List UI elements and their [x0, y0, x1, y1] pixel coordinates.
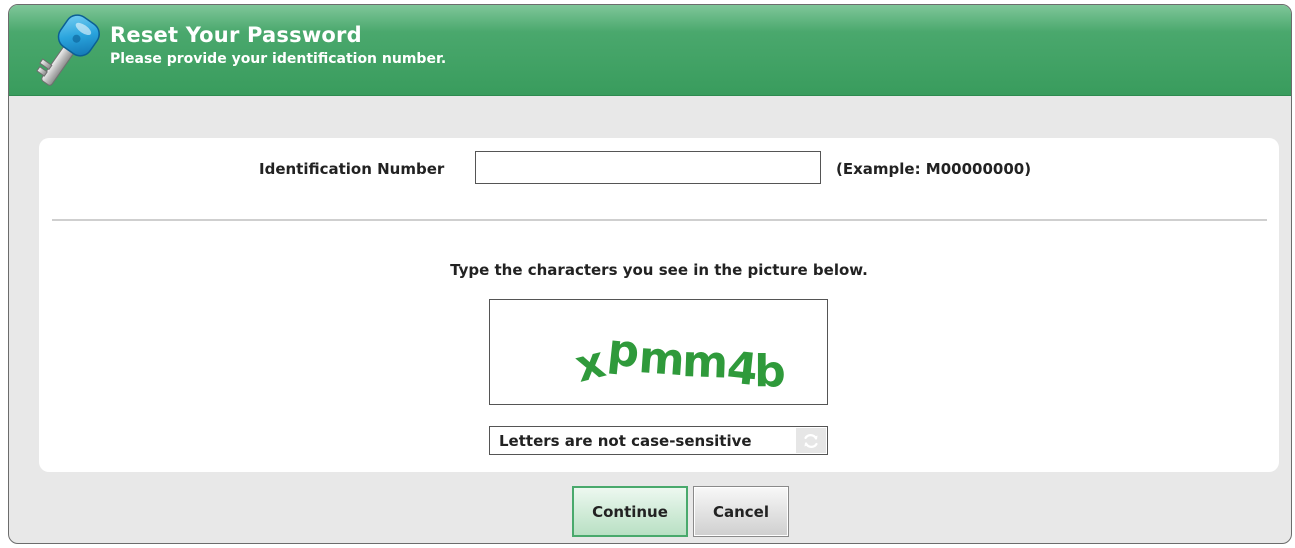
captcha-input-placeholder: Letters are not case-sensitive: [499, 432, 752, 450]
captcha-prompt: Type the characters you see in the pictu…: [450, 261, 868, 279]
reset-password-window: Reset Your Password Please provide your …: [8, 4, 1292, 544]
captcha-char: m: [681, 336, 729, 389]
cancel-button[interactable]: Cancel: [693, 486, 789, 537]
captcha-char: x: [570, 336, 610, 392]
form-panel: Identification Number (Example: M0000000…: [39, 138, 1279, 472]
divider: [52, 219, 1267, 221]
identification-number-input[interactable]: [475, 151, 821, 184]
refresh-icon: [804, 433, 818, 448]
header-bar: Reset Your Password Please provide your …: [9, 5, 1291, 96]
page-title: Reset Your Password: [110, 23, 362, 47]
identification-number-label: Identification Number: [259, 160, 445, 178]
identification-number-example: (Example: M00000000): [836, 160, 1032, 178]
captcha-image-graphic: xpmm4b: [570, 324, 785, 397]
captcha-char: m: [637, 332, 686, 386]
captcha-char: p: [605, 324, 642, 378]
continue-button[interactable]: Continue: [572, 486, 688, 537]
refresh-captcha-button[interactable]: [796, 428, 826, 453]
captcha-image: xpmm4b: [489, 299, 828, 405]
key-icon: [36, 14, 100, 86]
captcha-input[interactable]: Letters are not case-sensitive: [489, 426, 828, 455]
captcha-text: xpmm4b: [570, 324, 785, 397]
page-subtitle: Please provide your identification numbe…: [110, 51, 447, 67]
captcha-char: b: [754, 346, 786, 397]
